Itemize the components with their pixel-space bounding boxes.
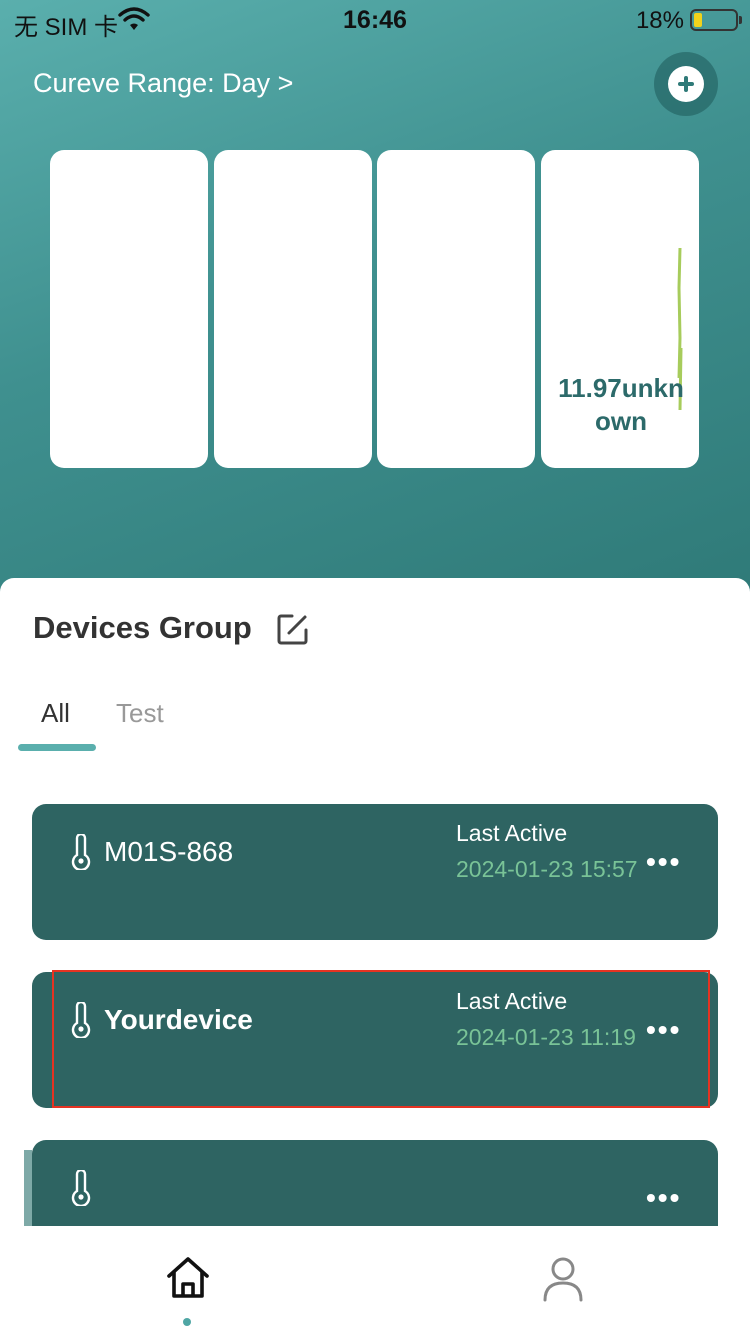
sensor-card-value: 11.97unknown — [558, 373, 684, 436]
bottom-tab-bar — [0, 1226, 750, 1334]
add-button[interactable] — [654, 52, 718, 116]
active-tab-dot — [183, 1318, 191, 1326]
sensor-card[interactable] — [214, 150, 372, 468]
devices-sheet: Devices Group All Test M01S-868 Last Act… — [0, 578, 750, 1334]
last-active-time: 2024-01-23 15:57 — [456, 856, 638, 882]
tab-test[interactable]: Test — [116, 698, 164, 729]
status-bar: 无 SIM 卡 16:46 18% — [0, 0, 750, 41]
edit-icon[interactable] — [276, 612, 310, 651]
device-card[interactable]: M01S-868 Last Active 2024-01-23 15:57 ••… — [32, 804, 718, 940]
curve-range-selector[interactable]: Cureve Range: Day > — [33, 68, 293, 99]
devices-group-title: Devices Group — [33, 610, 252, 645]
more-options-icon[interactable]: ••• — [646, 846, 681, 878]
last-active-label: Last Active — [456, 820, 568, 846]
tab-all[interactable]: All — [41, 698, 70, 729]
thermometer-icon — [68, 1168, 94, 1211]
selection-highlight — [52, 970, 710, 1108]
sensor-card[interactable]: 11.97unknown — [541, 150, 699, 468]
hero-header: 无 SIM 卡 16:46 18% Cureve Range: Day > 11… — [0, 0, 750, 600]
more-options-icon[interactable]: ••• — [646, 1182, 681, 1214]
thermometer-icon — [68, 832, 94, 875]
sensor-card[interactable] — [50, 150, 208, 468]
device-name: M01S-868 — [104, 836, 234, 867]
card-edge-stripe — [24, 1150, 32, 1230]
sensor-card[interactable] — [377, 150, 535, 468]
battery-icon — [690, 9, 742, 31]
profile-icon[interactable] — [542, 1256, 584, 1307]
home-icon[interactable] — [164, 1254, 212, 1307]
battery-percent: 18% — [635, 7, 684, 34]
tab-indicator — [18, 744, 96, 751]
plus-circle-icon — [668, 66, 704, 102]
